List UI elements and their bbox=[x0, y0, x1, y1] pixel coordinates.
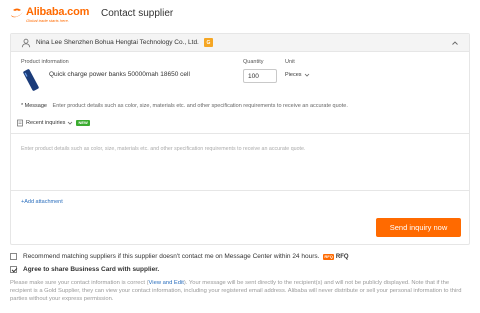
logo-tagline: Global trade starts here. bbox=[26, 18, 69, 23]
gold-supplier-badge: G bbox=[204, 38, 213, 47]
recommend-suppliers-option: Recommend matching suppliers if this sup… bbox=[10, 253, 349, 260]
message-hint-text: Enter product details such as color, siz… bbox=[52, 103, 348, 109]
logo-name: Alibaba.com bbox=[26, 6, 90, 18]
recommend-suppliers-checkbox[interactable] bbox=[10, 253, 17, 260]
chevron-down-icon bbox=[68, 121, 73, 125]
quantity-label: Quantity bbox=[243, 59, 264, 65]
recommend-suppliers-label: Recommend matching suppliers if this sup… bbox=[23, 253, 320, 260]
notice-text-start: Please make sure your contact informatio… bbox=[10, 280, 149, 286]
product-name[interactable]: Quick charge power banks 50000mah 18650 … bbox=[49, 71, 190, 78]
rfq-badge: RFQ bbox=[323, 253, 334, 260]
recent-inquiries-dropdown[interactable]: Recent inquiries NEW bbox=[16, 119, 90, 127]
product-info-label: Product information bbox=[21, 59, 69, 65]
view-and-edit-link[interactable]: View and Edit bbox=[149, 280, 184, 286]
chevron-down-icon bbox=[304, 73, 309, 77]
page-title: Contact supplier bbox=[101, 8, 174, 19]
message-placeholder: Enter product details such as color, siz… bbox=[21, 146, 306, 152]
quantity-input[interactable] bbox=[243, 69, 277, 83]
message-hint: * Message Enter product details such as … bbox=[21, 103, 348, 109]
recent-inquiries-label: Recent inquiries bbox=[26, 120, 66, 126]
unit-label: Unit bbox=[285, 59, 295, 65]
page-header: Alibaba.com Global trade starts here. Co… bbox=[0, 0, 480, 30]
rfq-label: RFQ bbox=[335, 253, 349, 260]
required-mark: * bbox=[21, 103, 24, 109]
unit-select[interactable]: Pieces bbox=[285, 72, 310, 78]
message-textarea[interactable]: Enter product details such as color, siz… bbox=[11, 133, 469, 191]
user-icon bbox=[21, 38, 31, 48]
unit-value: Pieces bbox=[285, 72, 302, 78]
add-attachment-link[interactable]: +Add attachment bbox=[21, 199, 63, 205]
chevron-up-icon[interactable] bbox=[451, 39, 459, 47]
document-icon bbox=[17, 119, 23, 127]
alibaba-logo-icon bbox=[11, 8, 23, 18]
inquiry-card: Nina Lee Shenzhen Bohua Hengtai Technolo… bbox=[10, 33, 470, 245]
share-business-card-label: Agree to share Business Card with suppli… bbox=[23, 266, 160, 273]
message-label: Message bbox=[24, 103, 47, 109]
product-image bbox=[21, 67, 41, 93]
new-badge: NEW bbox=[76, 120, 90, 126]
send-inquiry-button[interactable]: Send inquiry now bbox=[376, 218, 461, 237]
supplier-name: Nina Lee Shenzhen Bohua Hengtai Technolo… bbox=[36, 39, 199, 46]
alibaba-logo[interactable]: Alibaba.com Global trade starts here. bbox=[10, 7, 89, 23]
privacy-notice: Please make sure your contact informatio… bbox=[10, 279, 470, 303]
share-business-card-checkbox[interactable] bbox=[10, 266, 17, 273]
share-business-card-option: Agree to share Business Card with suppli… bbox=[10, 266, 159, 273]
supplier-bar[interactable]: Nina Lee Shenzhen Bohua Hengtai Technolo… bbox=[11, 34, 469, 52]
